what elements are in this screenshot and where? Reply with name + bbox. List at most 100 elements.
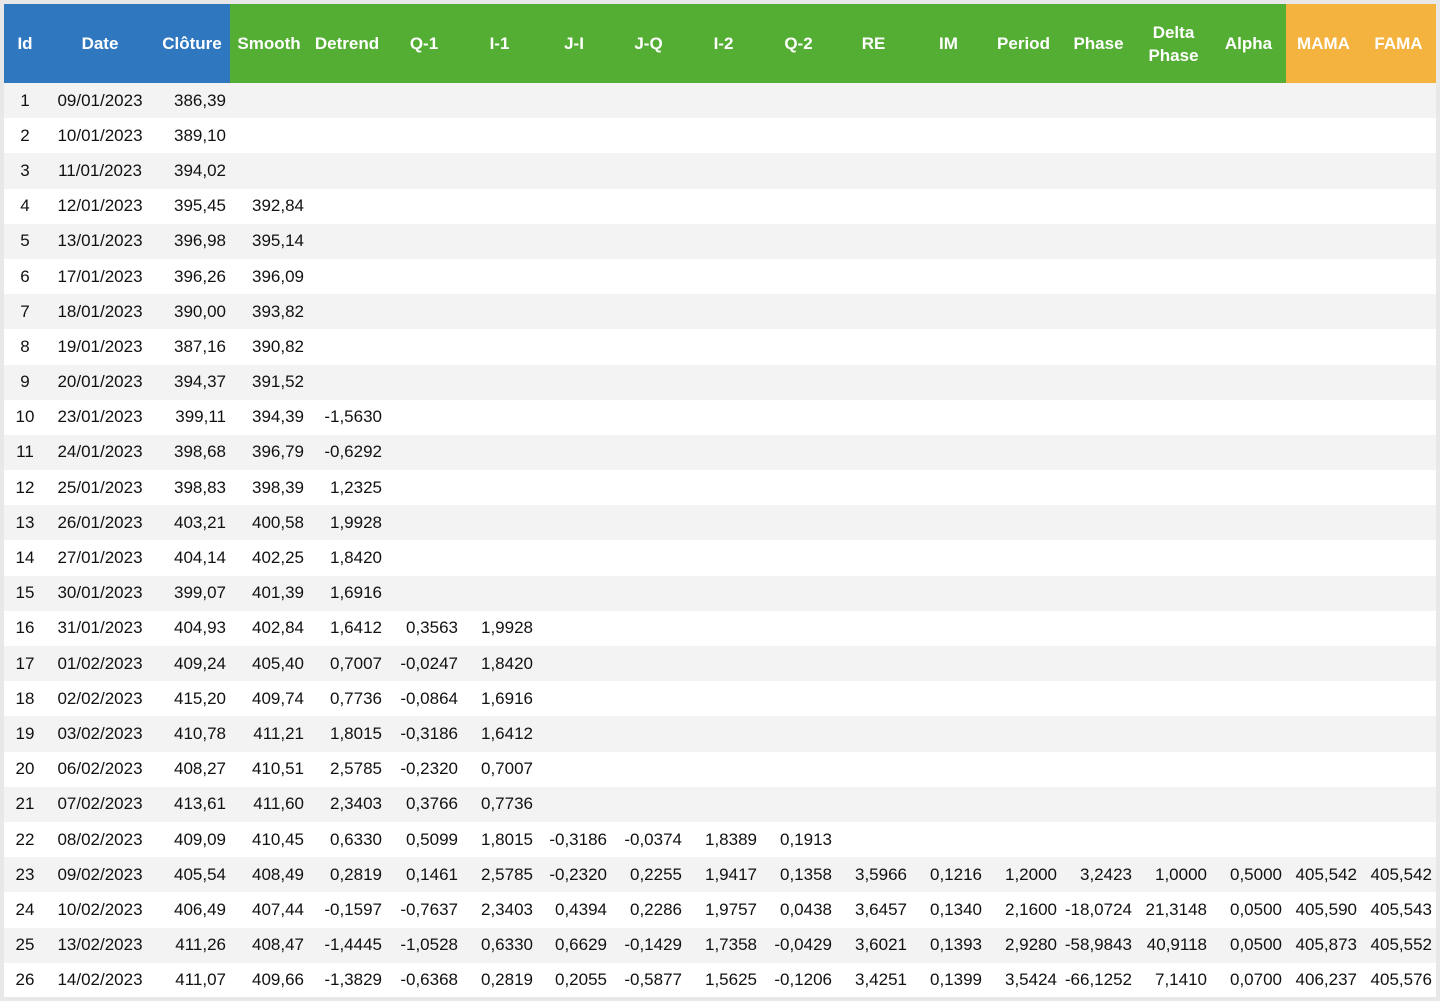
cell-jq[interactable]: -0,5877 [611, 962, 686, 997]
cell-id[interactable]: 14 [4, 540, 46, 576]
cell-mama[interactable] [1286, 188, 1361, 224]
cell-detrend[interactable]: 0,7736 [308, 681, 386, 717]
cell-phase[interactable] [1061, 751, 1136, 787]
cell-jq[interactable] [611, 716, 686, 752]
cell-date[interactable]: 02/02/2023 [46, 681, 154, 717]
cell-detrend[interactable]: 0,6330 [308, 821, 386, 858]
cell-smooth[interactable] [230, 118, 308, 154]
cell-im[interactable] [911, 716, 986, 752]
cell-mama[interactable] [1286, 505, 1361, 541]
cell-ji[interactable] [537, 610, 611, 646]
cell-alpha[interactable] [1211, 505, 1286, 541]
cell-mama[interactable] [1286, 681, 1361, 717]
cell-fama[interactable] [1361, 329, 1436, 365]
cell-mama[interactable] [1286, 329, 1361, 365]
cell-phase[interactable] [1061, 610, 1136, 646]
cell-jq[interactable] [611, 364, 686, 400]
cell-re[interactable]: 3,5966 [836, 857, 911, 893]
cell-period[interactable] [986, 188, 1061, 224]
cell-i1[interactable]: 1,6916 [462, 681, 537, 717]
column-header-date[interactable]: Date [46, 4, 154, 83]
cell-fama[interactable] [1361, 716, 1436, 752]
cell-close[interactable]: 413,61 [154, 786, 230, 822]
cell-i1[interactable]: 0,7736 [462, 786, 537, 822]
cell-jq[interactable] [611, 575, 686, 611]
cell-q1[interactable] [386, 575, 462, 611]
cell-im[interactable]: 0,1216 [911, 857, 986, 893]
cell-jq[interactable]: -0,0374 [611, 821, 686, 858]
cell-detrend[interactable]: -0,1597 [308, 892, 386, 928]
cell-re[interactable] [836, 258, 911, 295]
column-header-detrend[interactable]: Detrend [308, 4, 386, 83]
cell-i1[interactable] [462, 329, 537, 365]
cell-ji[interactable] [537, 470, 611, 506]
cell-mama[interactable]: 405,873 [1286, 927, 1361, 963]
cell-jq[interactable] [611, 505, 686, 541]
cell-alpha[interactable] [1211, 118, 1286, 154]
cell-date[interactable]: 14/02/2023 [46, 962, 154, 997]
cell-close[interactable]: 396,26 [154, 258, 230, 295]
cell-id[interactable]: 7 [4, 294, 46, 330]
cell-jq[interactable] [611, 83, 686, 119]
cell-period[interactable] [986, 294, 1061, 330]
cell-jq[interactable] [611, 610, 686, 646]
cell-date[interactable]: 07/02/2023 [46, 786, 154, 822]
cell-mama[interactable] [1286, 751, 1361, 787]
cell-q1[interactable] [386, 294, 462, 330]
cell-date[interactable]: 03/02/2023 [46, 716, 154, 752]
cell-close[interactable]: 394,37 [154, 364, 230, 400]
cell-detrend[interactable] [308, 329, 386, 365]
cell-period[interactable] [986, 434, 1061, 471]
cell-q1[interactable]: 0,5099 [386, 821, 462, 858]
cell-smooth[interactable]: 393,82 [230, 294, 308, 330]
cell-q2[interactable] [761, 434, 836, 471]
cell-ji[interactable] [537, 153, 611, 189]
cell-fama[interactable] [1361, 751, 1436, 787]
cell-smooth[interactable]: 390,82 [230, 329, 308, 365]
cell-fama[interactable] [1361, 786, 1436, 822]
cell-id[interactable]: 19 [4, 716, 46, 752]
cell-id[interactable]: 9 [4, 364, 46, 400]
cell-date[interactable]: 09/02/2023 [46, 857, 154, 893]
cell-delta-phase[interactable] [1136, 364, 1211, 400]
cell-date[interactable]: 20/01/2023 [46, 364, 154, 400]
cell-alpha[interactable] [1211, 364, 1286, 400]
cell-i1[interactable] [462, 364, 537, 400]
cell-mama[interactable]: 406,237 [1286, 962, 1361, 997]
cell-mama[interactable] [1286, 434, 1361, 471]
cell-i1[interactable] [462, 470, 537, 506]
cell-date[interactable]: 11/01/2023 [46, 153, 154, 189]
cell-re[interactable] [836, 470, 911, 506]
cell-date[interactable]: 27/01/2023 [46, 540, 154, 576]
cell-period[interactable] [986, 716, 1061, 752]
cell-q1[interactable]: 0,1461 [386, 857, 462, 893]
cell-close[interactable]: 403,21 [154, 505, 230, 541]
cell-re[interactable] [836, 751, 911, 787]
cell-detrend[interactable] [308, 188, 386, 224]
cell-phase[interactable] [1061, 646, 1136, 682]
cell-re[interactable]: 3,4251 [836, 962, 911, 997]
cell-detrend[interactable]: 2,3403 [308, 786, 386, 822]
cell-fama[interactable] [1361, 575, 1436, 611]
cell-close[interactable]: 399,11 [154, 399, 230, 435]
cell-i1[interactable] [462, 153, 537, 189]
cell-close[interactable]: 404,14 [154, 540, 230, 576]
cell-alpha[interactable] [1211, 470, 1286, 506]
cell-delta-phase[interactable] [1136, 575, 1211, 611]
cell-re[interactable] [836, 153, 911, 189]
cell-im[interactable]: 0,1399 [911, 962, 986, 997]
cell-fama[interactable] [1361, 434, 1436, 471]
cell-id[interactable]: 1 [4, 83, 46, 119]
cell-i1[interactable]: 2,3403 [462, 892, 537, 928]
cell-i2[interactable]: 1,5625 [686, 962, 761, 997]
cell-i2[interactable] [686, 681, 761, 717]
cell-smooth[interactable]: 407,44 [230, 892, 308, 928]
cell-detrend[interactable]: 0,2819 [308, 857, 386, 893]
cell-phase[interactable] [1061, 681, 1136, 717]
cell-id[interactable]: 22 [4, 821, 46, 858]
cell-phase[interactable] [1061, 505, 1136, 541]
cell-i1[interactable] [462, 118, 537, 154]
cell-fama[interactable] [1361, 821, 1436, 858]
cell-q2[interactable] [761, 118, 836, 154]
cell-smooth[interactable]: 405,40 [230, 646, 308, 682]
